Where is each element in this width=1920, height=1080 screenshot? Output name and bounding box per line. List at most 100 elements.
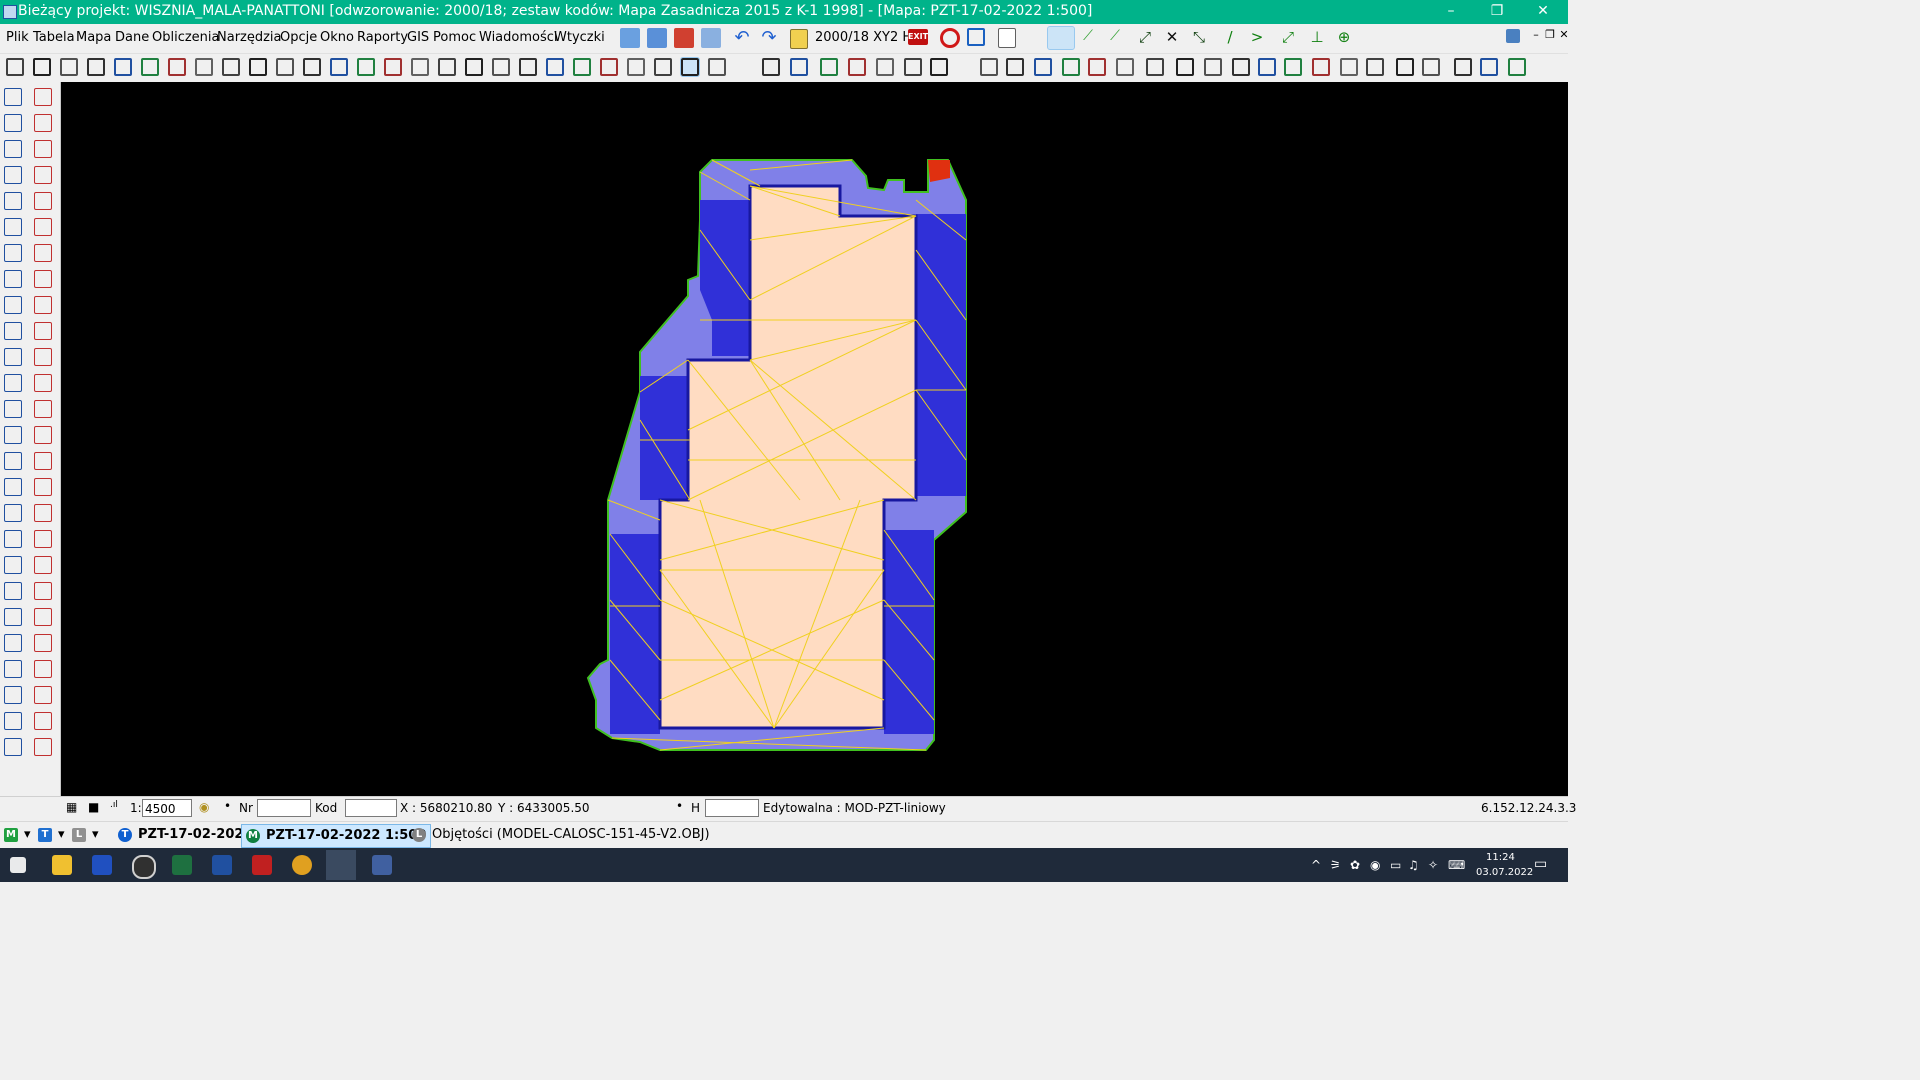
word-icon[interactable] [212, 855, 232, 875]
side-tool-10-0-icon[interactable] [4, 348, 22, 366]
side-tool-4-1-icon[interactable] [34, 192, 52, 210]
side-tool-18-1-icon[interactable] [34, 556, 52, 574]
side-tool-12-1-icon[interactable] [34, 400, 52, 418]
side-tool-0-0-icon[interactable] [4, 88, 22, 106]
draw-tool-49-icon[interactable] [1396, 58, 1414, 76]
lock-icon[interactable]: ◉ [199, 800, 209, 814]
angle-icon[interactable]: > [1247, 28, 1267, 48]
draw-tool-34-icon[interactable] [980, 58, 998, 76]
draw-tool-35-icon[interactable] [1006, 58, 1024, 76]
explorer-icon[interactable] [52, 855, 72, 875]
menu-mapa[interactable]: Mapa [76, 30, 111, 45]
side-tool-18-0-icon[interactable] [4, 556, 22, 574]
draw-tool-1-icon[interactable] [33, 58, 51, 76]
side-tool-25-0-icon[interactable] [4, 738, 22, 756]
draw-tool-47-icon[interactable] [1340, 58, 1358, 76]
grid-icon[interactable]: ▦ [66, 800, 77, 814]
tray-network-icon[interactable]: ⚞ [1330, 858, 1341, 872]
chrome-icon[interactable] [292, 855, 312, 875]
draw-tool-50-icon[interactable] [1422, 58, 1440, 76]
layer-switch-l[interactable]: L ▾ [72, 824, 99, 846]
perpendicular-icon[interactable]: ⊥ [1307, 28, 1327, 48]
menu-opcje[interactable]: Opcje [280, 30, 317, 45]
layer-switch-m[interactable]: M ▾ [4, 824, 31, 846]
draw-tool-10-icon[interactable] [276, 58, 294, 76]
draw-tool-30-icon[interactable] [848, 58, 866, 76]
draw-tool-48-icon[interactable] [1366, 58, 1384, 76]
side-tool-14-0-icon[interactable] [4, 452, 22, 470]
side-tool-8-0-icon[interactable] [4, 296, 22, 314]
side-tool-5-1-icon[interactable] [34, 218, 52, 236]
side-tool-1-1-icon[interactable] [34, 114, 52, 132]
draw-tool-15-icon[interactable] [411, 58, 429, 76]
draw-tool-38-icon[interactable] [1088, 58, 1106, 76]
record-icon[interactable] [940, 28, 960, 48]
draw-tool-3-icon[interactable] [87, 58, 105, 76]
draw-tool-6-icon[interactable] [168, 58, 186, 76]
menu-gis[interactable]: GIS [407, 30, 429, 45]
draw-tool-22-icon[interactable] [600, 58, 618, 76]
tray-dropbox-icon[interactable]: ✧ [1428, 858, 1438, 872]
page-icon[interactable] [998, 28, 1016, 48]
tab-pzt-text[interactable]: T PZT-17-02-2022 [114, 824, 256, 846]
draw-tool-23-icon[interactable] [627, 58, 645, 76]
target-icon[interactable]: ⊕ [1334, 28, 1354, 48]
line-tool-3-icon[interactable]: ⟋ [1105, 28, 1125, 48]
menu-wtyczki[interactable]: Wtyczki [554, 30, 605, 45]
draw-tool-42-icon[interactable] [1204, 58, 1222, 76]
side-tool-4-0-icon[interactable] [4, 192, 22, 210]
draw-tool-25-icon[interactable] [680, 57, 700, 77]
clock-date[interactable]: 03.07.2022 [1476, 867, 1533, 878]
snap-icon[interactable]: ⤢ [1135, 28, 1155, 48]
draw-tool-13-icon[interactable] [357, 58, 375, 76]
kod-input[interactable] [345, 799, 397, 817]
draw-tool-39-icon[interactable] [1116, 58, 1134, 76]
side-tool-22-1-icon[interactable] [34, 660, 52, 678]
undo-icon[interactable]: ↶ [732, 28, 752, 48]
autocad-icon[interactable] [92, 855, 112, 875]
side-tool-11-0-icon[interactable] [4, 374, 22, 392]
side-tool-17-0-icon[interactable] [4, 530, 22, 548]
line-tool-active-icon[interactable] [1047, 26, 1075, 50]
menu-wiadomosci[interactable]: Wiadomości [479, 30, 558, 45]
side-tool-7-1-icon[interactable] [34, 270, 52, 288]
copy-window-icon[interactable] [647, 28, 667, 48]
menu-okno[interactable]: Okno [320, 30, 354, 45]
side-tool-11-1-icon[interactable] [34, 374, 52, 392]
notifications-icon[interactable]: ▭ [1534, 856, 1547, 872]
tray-battery-icon[interactable]: ▭ [1390, 858, 1401, 872]
side-tool-2-0-icon[interactable] [4, 140, 22, 158]
side-tool-15-0-icon[interactable] [4, 478, 22, 496]
tray-arrow-icon[interactable]: ^ [1311, 858, 1321, 872]
cad-app-active-icon[interactable] [326, 850, 356, 880]
fill-icon[interactable]: ■ [88, 800, 99, 814]
points-icon[interactable]: .ıl [110, 800, 118, 810]
multi-snap-icon[interactable]: ⤡ [1189, 28, 1209, 48]
draw-tool-28-icon[interactable] [790, 58, 808, 76]
side-tool-23-1-icon[interactable] [34, 686, 52, 704]
close-button[interactable]: ✕ [1520, 0, 1566, 24]
side-tool-13-1-icon[interactable] [34, 426, 52, 444]
side-tool-24-0-icon[interactable] [4, 712, 22, 730]
h-input[interactable] [705, 799, 759, 817]
tab-pzt-map[interactable]: M PZT-17-02-2022 1:500 [241, 824, 432, 848]
extend-icon[interactable]: ⤢ [1278, 28, 1298, 48]
side-tool-3-1-icon[interactable] [34, 166, 52, 184]
duplicate-icon[interactable] [701, 28, 721, 48]
redo-icon[interactable]: ↷ [759, 28, 779, 48]
side-tool-25-1-icon[interactable] [34, 738, 52, 756]
draw-tool-7-icon[interactable] [195, 58, 213, 76]
side-tool-21-0-icon[interactable] [4, 634, 22, 652]
draw-tool-40-icon[interactable] [1146, 58, 1164, 76]
draw-tool-17-icon[interactable] [465, 58, 483, 76]
tray-bluetooth-icon[interactable]: ◉ [1370, 858, 1380, 872]
tab-objetosci[interactable]: L Objętości (MODEL-CALOSC-151-45-V2.OBJ) [408, 824, 714, 846]
draw-tool-44-icon[interactable] [1258, 58, 1276, 76]
calculator-icon[interactable] [372, 855, 392, 875]
draw-tool-26-icon[interactable] [708, 58, 726, 76]
side-tool-15-1-icon[interactable] [34, 478, 52, 496]
draw-tool-4-icon[interactable] [114, 58, 132, 76]
side-tool-2-1-icon[interactable] [34, 140, 52, 158]
excel-icon[interactable] [172, 855, 192, 875]
menu-tabela[interactable]: Tabela [33, 30, 75, 45]
